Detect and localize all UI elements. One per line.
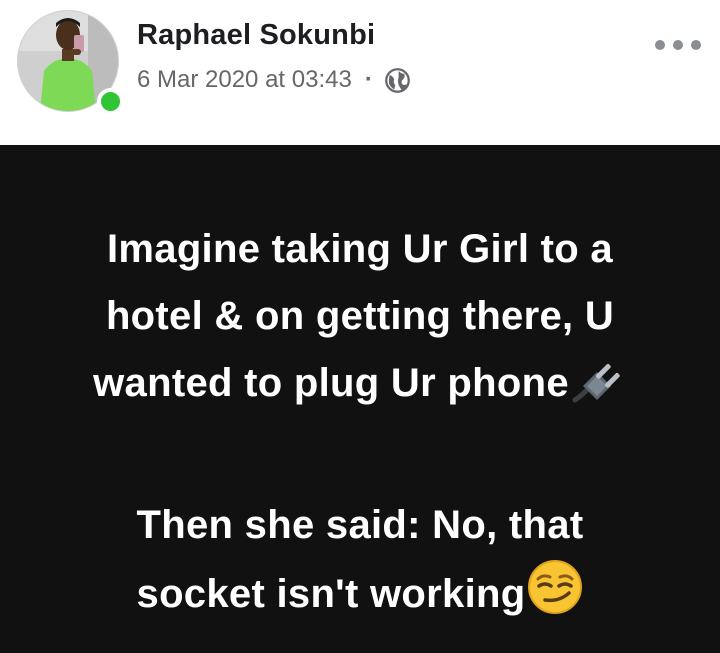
post-line: hotel & on getting there, U (105, 294, 615, 338)
post-header: Raphael Sokunbi 6 Mar 2020 at 03:43 · (0, 0, 720, 145)
online-status-dot (97, 88, 124, 115)
post-paragraph-1: Imagine taking Ur Girl to a hotel & on g… (0, 216, 720, 425)
post-timestamp[interactable]: 6 Mar 2020 at 03:43 (137, 66, 352, 94)
post-line-text: wanted to plug Ur phone (93, 361, 569, 405)
globe-icon[interactable] (384, 67, 411, 94)
more-dot (691, 40, 701, 50)
post-line-text: socket isn't working (136, 572, 526, 616)
more-options-icon[interactable] (655, 30, 701, 60)
meta-separator: · (364, 66, 373, 93)
post-text: Imagine taking Ur Girl to a hotel & on g… (0, 216, 720, 636)
author-name[interactable]: Raphael Sokunbi (137, 19, 375, 52)
electric-plug-emoji (571, 356, 627, 425)
post-line-with-emoji: socket isn't working (0, 559, 720, 636)
more-dot (655, 40, 665, 50)
post-body-background: Imagine taking Ur Girl to a hotel & on g… (0, 145, 720, 653)
post-line-with-emoji: wanted to plug Ur phone (0, 350, 720, 425)
post-line: Imagine taking Ur Girl to a (107, 227, 613, 271)
post-meta: 6 Mar 2020 at 03:43 · (137, 64, 411, 96)
facebook-post: Raphael Sokunbi 6 Mar 2020 at 03:43 · Im… (0, 0, 720, 653)
post-paragraph-2: Then she said: No, that socket isn't wor… (0, 492, 720, 636)
smirking-face-emoji (527, 559, 583, 636)
post-line: Then she said: No, that (136, 503, 584, 547)
avatar[interactable] (17, 10, 124, 115)
more-dot (673, 40, 683, 50)
